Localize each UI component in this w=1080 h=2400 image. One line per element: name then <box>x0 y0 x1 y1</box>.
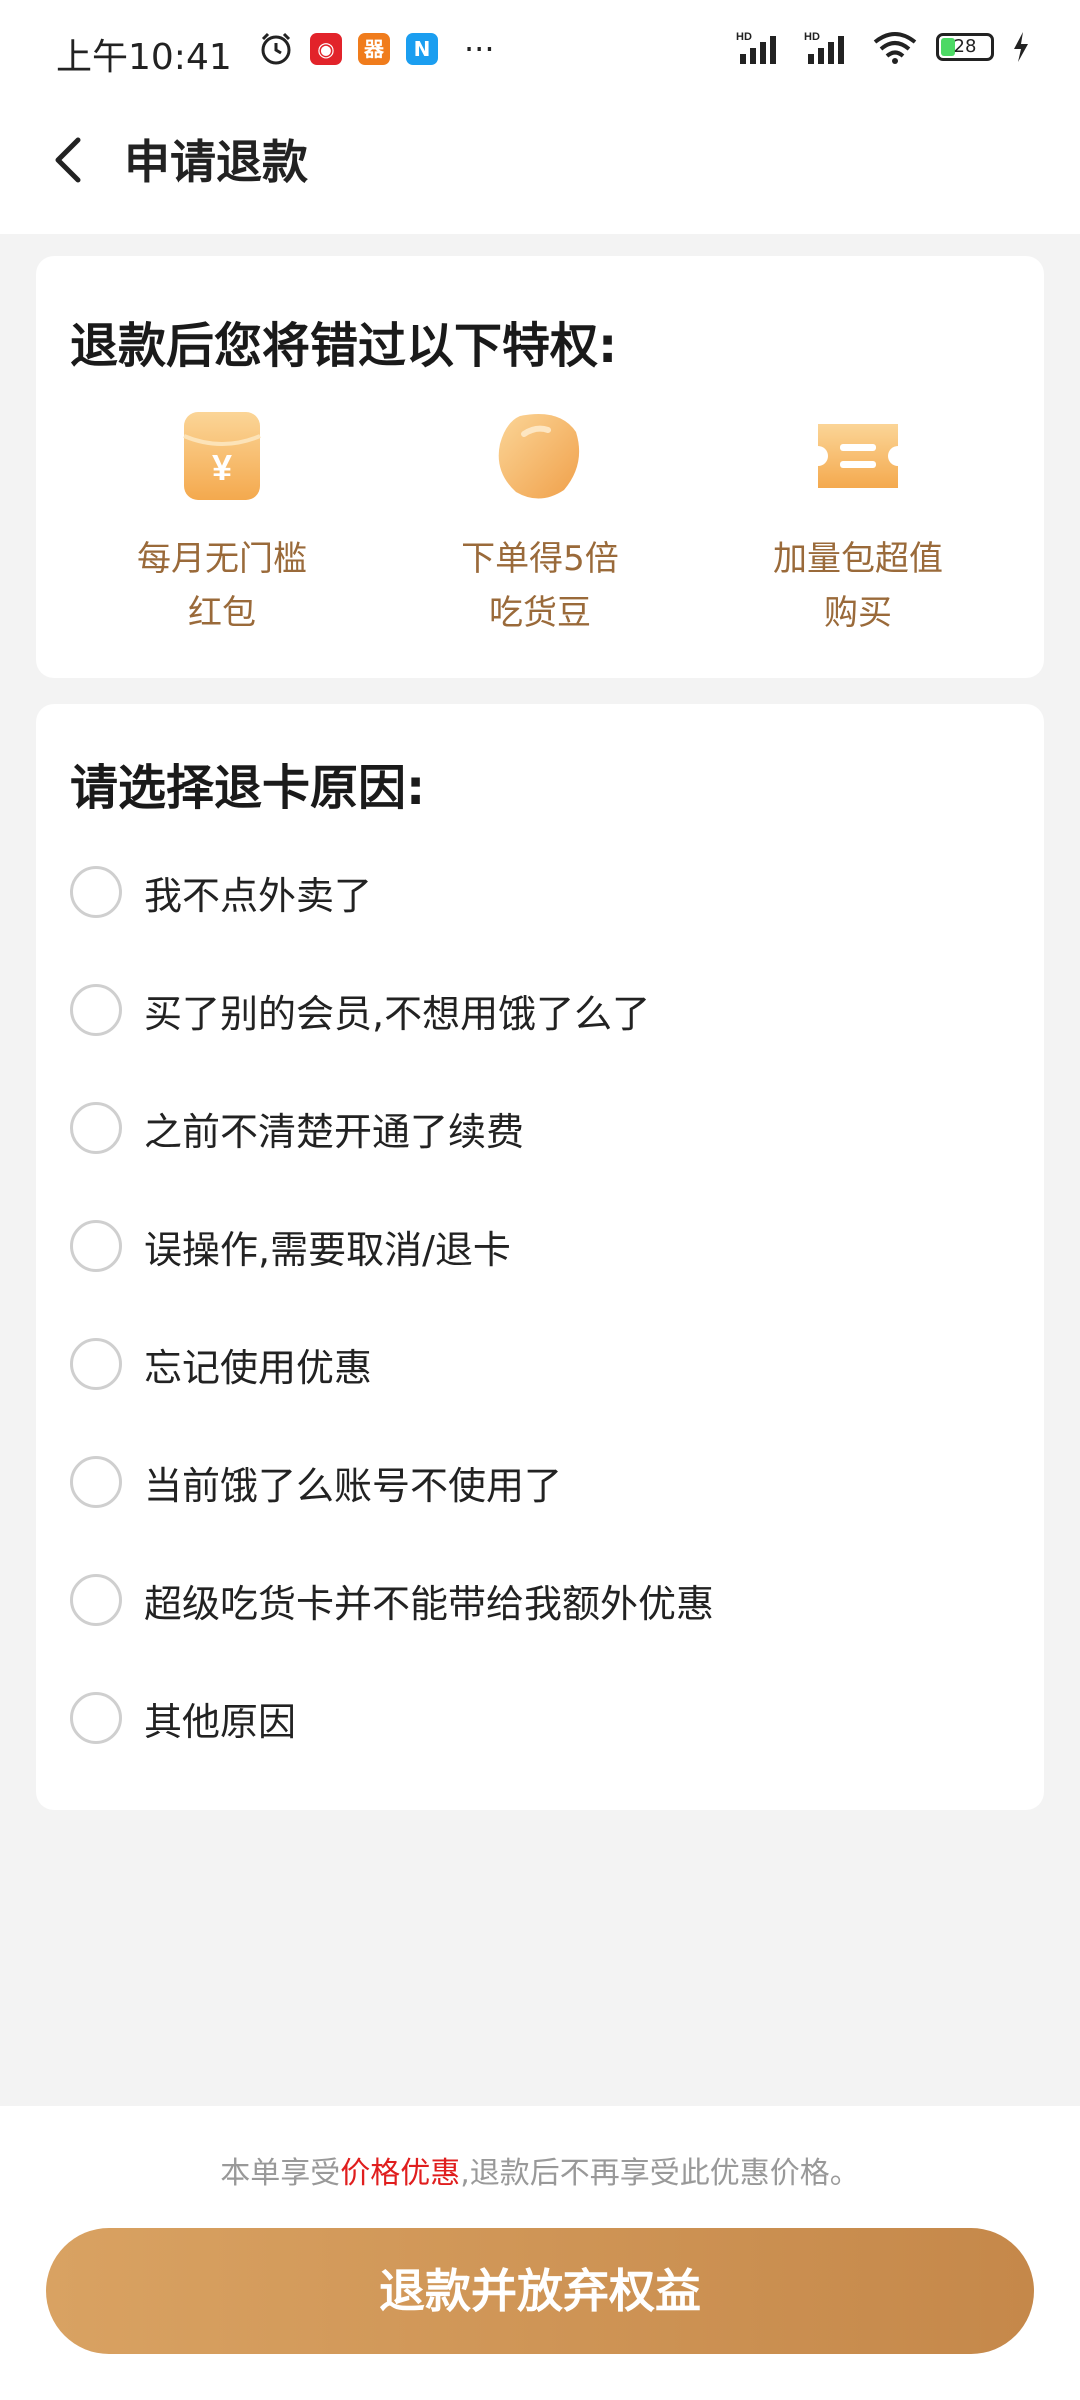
radio-button[interactable] <box>70 1574 122 1626</box>
signal-hd-icon: HD <box>736 31 776 64</box>
signal-hd-icon-2: HD <box>804 31 844 64</box>
privilege-label-line1: 每月无门槛 <box>137 539 307 579</box>
notice-highlight: 价格优惠 <box>340 2156 461 2191</box>
reason-label: 误操作,需要取消/退卡 <box>144 1227 511 1272</box>
red-envelope-icon: ¥ <box>183 412 261 500</box>
reason-option[interactable]: 超级吃货卡并不能带给我额外优惠 <box>70 1570 714 1630</box>
reasons-title: 请选择退卡原因: <box>70 760 426 816</box>
reason-label: 买了别的会员,不想用饿了么了 <box>144 991 651 1036</box>
radio-button[interactable] <box>70 1456 122 1508</box>
privilege-label-line1: 下单得5倍 <box>461 539 619 579</box>
refund-reasons-card: 请选择退卡原因: 我不点外卖了 买了别的会员,不想用饿了么了 之前不清楚开通了续… <box>36 704 1044 1810</box>
reason-option[interactable]: 其他原因 <box>70 1688 296 1748</box>
battery-level: 28 <box>953 36 977 57</box>
reason-option[interactable]: 误操作,需要取消/退卡 <box>70 1216 511 1276</box>
privilege-label-line2: 红包 <box>188 593 256 633</box>
price-notice: 本单享受价格优惠,退款后不再享受此优惠价格。 <box>0 2148 1080 2192</box>
reason-label: 我不点外卖了 <box>144 873 373 918</box>
page-title: 申请退款 <box>124 135 308 189</box>
radio-button[interactable] <box>70 984 122 1036</box>
back-arrow-icon[interactable] <box>40 130 100 190</box>
privilege-item: 下单得5倍 吃货豆 <box>410 406 670 640</box>
status-time: 上午10:41 <box>56 37 232 78</box>
app-icon-orange: 器 <box>358 33 390 65</box>
reason-label: 超级吃货卡并不能带给我额外优惠 <box>144 1581 715 1626</box>
bean-icon <box>498 414 580 499</box>
status-right-icons: HD HD 28 <box>736 30 1030 64</box>
radio-button[interactable] <box>70 1692 122 1744</box>
notice-text-after: ,退款后不再享受此优惠价格。 <box>460 2156 860 2191</box>
privilege-item: 加量包超值 购买 <box>728 406 988 640</box>
reason-label: 当前饿了么账号不使用了 <box>144 1463 563 1508</box>
privilege-label-line2: 吃货豆 <box>489 593 591 633</box>
radio-button[interactable] <box>70 1220 122 1272</box>
reason-option[interactable]: 之前不清楚开通了续费 <box>70 1098 524 1158</box>
charging-icon <box>1014 32 1028 62</box>
notice-text-before: 本单享受 <box>220 2156 341 2191</box>
battery-icon: 28 <box>936 33 994 61</box>
more-notifications-icon: ··· <box>464 30 495 68</box>
privilege-label-line2: 购买 <box>824 593 892 633</box>
netease-music-icon: ◉ <box>310 33 342 65</box>
reason-label: 其他原因 <box>144 1699 297 1744</box>
alarm-icon <box>261 32 291 65</box>
wifi-icon <box>873 32 917 64</box>
privileges-card: 退款后您将错过以下特权: ¥ 每月无门槛 红包 下单得5倍 吃货豆 加量包超值 … <box>36 256 1044 678</box>
privilege-label-line1: 加量包超值 <box>773 539 943 579</box>
svg-text:HD: HD <box>736 31 752 43</box>
status-bar: 上午10:41 ◉ 器 N ··· HD HD 28 <box>0 0 1080 100</box>
svg-text:¥: ¥ <box>212 447 232 488</box>
privilege-item: ¥ 每月无门槛 红包 <box>92 406 352 640</box>
bottom-action-bar: 本单享受价格优惠,退款后不再享受此优惠价格。 退款并放弃权益 <box>0 2106 1080 2400</box>
status-left-icons: ◉ 器 N ··· <box>258 30 495 68</box>
svg-text:HD: HD <box>804 31 820 43</box>
reason-option[interactable]: 买了别的会员,不想用饿了么了 <box>70 980 650 1040</box>
radio-button[interactable] <box>70 1338 122 1390</box>
radio-button[interactable] <box>70 1102 122 1154</box>
privileges-title: 退款后您将错过以下特权: <box>70 318 618 374</box>
page-header: 申请退款 <box>0 100 1080 234</box>
reason-label: 忘记使用优惠 <box>144 1345 373 1390</box>
reason-option[interactable]: 忘记使用优惠 <box>70 1334 372 1394</box>
reason-option[interactable]: 当前饿了么账号不使用了 <box>70 1452 562 1512</box>
refund-submit-button[interactable]: 退款并放弃权益 <box>46 2228 1034 2354</box>
app-icon-n: N <box>406 33 438 65</box>
reason-option[interactable]: 我不点外卖了 <box>70 862 372 922</box>
coupon-ticket-icon <box>818 424 898 488</box>
reason-label: 之前不清楚开通了续费 <box>144 1109 525 1154</box>
radio-button[interactable] <box>70 866 122 918</box>
